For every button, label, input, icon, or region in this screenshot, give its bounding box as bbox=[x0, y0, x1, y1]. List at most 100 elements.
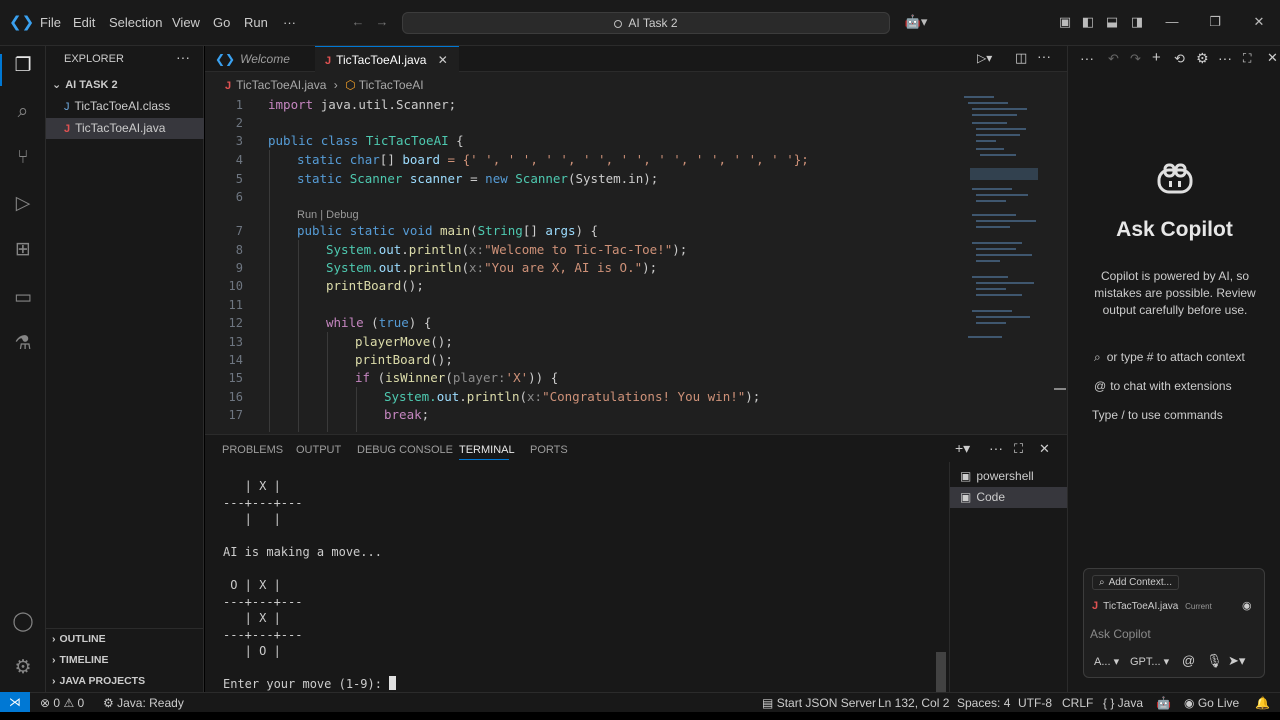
breadcrumb-symbol[interactable]: TicTacToeAI bbox=[359, 78, 424, 92]
code-line-5[interactable]: static Scanner scanner = new Scanner(Sys… bbox=[297, 170, 658, 188]
toggle-primary-sidebar-icon[interactable]: ◧ bbox=[1080, 14, 1096, 30]
terminal-scrollbar[interactable] bbox=[936, 652, 946, 692]
file-tictactoeai-java[interactable]: J TicTacToeAI.java bbox=[46, 118, 204, 139]
tab-tictactoeai-java[interactable]: J TicTacToeAI.java ✕ bbox=[315, 46, 459, 72]
language-mode[interactable]: { } Java bbox=[1103, 696, 1143, 710]
remote-indicator-icon[interactable]: ⋊ bbox=[0, 692, 30, 712]
code-line-15[interactable]: if (isWinner(player:'X')) { bbox=[355, 369, 558, 387]
terminal-code[interactable]: ▣ Code bbox=[950, 487, 1068, 508]
code-line-3[interactable]: public class TicTacToeAI { bbox=[268, 132, 464, 150]
menu-more[interactable]: ··· bbox=[283, 15, 296, 30]
current-file-chip[interactable]: J TicTacToeAI.java Current bbox=[1092, 600, 1212, 612]
explorer-files-icon[interactable]: ❐ bbox=[11, 54, 35, 78]
panel-tab-output[interactable]: OUTPUT bbox=[296, 444, 341, 456]
code-line-17[interactable]: break; bbox=[384, 406, 429, 424]
settings-gear-icon[interactable]: ⚙ bbox=[1196, 50, 1209, 67]
microphone-icon[interactable]: 🎙 bbox=[1206, 653, 1223, 669]
eol-status[interactable]: CRLF bbox=[1062, 696, 1093, 710]
toggle-visibility-eye-icon[interactable]: ◉ bbox=[1242, 599, 1252, 612]
section-timeline[interactable]: › TIMELINE bbox=[46, 650, 204, 671]
folder-ai-task-2[interactable]: ⌄ AI TASK 2 bbox=[46, 75, 204, 96]
copilot-status-icon[interactable]: 🤖 bbox=[1156, 696, 1171, 710]
views-more-icon[interactable]: ··· bbox=[1218, 50, 1232, 66]
code-line-1[interactable]: import java.util.Scanner; bbox=[268, 96, 456, 114]
minimize-icon[interactable]: — bbox=[1164, 14, 1180, 30]
go-live-button[interactable]: ◉ Go Live bbox=[1184, 696, 1239, 710]
maximize-chat-icon[interactable]: ⛶ bbox=[1243, 51, 1251, 66]
code-line-9[interactable]: System.out.println(x:"You are X, AI is O… bbox=[326, 259, 657, 277]
nav-forward-icon[interactable]: → bbox=[374, 14, 390, 30]
undo-icon[interactable]: ↶ bbox=[1108, 51, 1119, 67]
code-line-14[interactable]: printBoard(); bbox=[355, 351, 453, 369]
restore-icon[interactable]: ❐ bbox=[1207, 14, 1223, 30]
toggle-secondary-sidebar-icon[interactable]: ◨ bbox=[1129, 14, 1145, 30]
problems-status[interactable]: ⊗ 0 ⚠ 0 bbox=[40, 696, 84, 710]
code-line-7[interactable]: public static void main(String[] args) { bbox=[297, 222, 598, 240]
copilot-menu-icon[interactable]: 🤖▾ bbox=[902, 14, 930, 30]
panel-tab-terminal[interactable]: TERMINAL bbox=[459, 444, 515, 456]
nav-back-icon[interactable]: ← bbox=[350, 14, 366, 30]
remote-explorer-icon[interactable]: ▭ bbox=[11, 286, 35, 310]
terminal-prompt[interactable]: Enter your move (1-9): bbox=[223, 676, 397, 692]
menu-edit[interactable]: Edit bbox=[73, 15, 95, 30]
command-center-search[interactable]: AI Task 2 bbox=[402, 12, 890, 34]
redo-icon[interactable]: ↷ bbox=[1130, 51, 1141, 67]
split-editor-icon[interactable]: ◫ bbox=[1015, 50, 1027, 66]
run-file-icon[interactable]: ▷▾ bbox=[977, 51, 992, 65]
code-line-4[interactable]: static char[] board = {' ', ' ', ' ', ' … bbox=[297, 151, 809, 169]
menu-run[interactable]: Run bbox=[244, 15, 268, 30]
breadcrumb-file[interactable]: TicTacToeAI.java bbox=[236, 78, 326, 92]
code-line-8[interactable]: System.out.println(x:"Welcome to Tic-Tac… bbox=[326, 241, 687, 259]
send-icon[interactable]: ➤▾ bbox=[1228, 653, 1245, 669]
search-view-icon[interactable]: ⌕ bbox=[11, 100, 35, 124]
section-java-projects[interactable]: › JAVA PROJECTS bbox=[46, 671, 204, 692]
extensions-icon[interactable]: ⊞ bbox=[11, 238, 35, 262]
menu-go[interactable]: Go bbox=[213, 15, 230, 30]
close-chat-icon[interactable]: ✕ bbox=[1267, 50, 1278, 66]
history-icon[interactable]: ⟲ bbox=[1174, 51, 1185, 67]
panel-more-icon[interactable]: ··· bbox=[989, 440, 1003, 456]
code-line-16[interactable]: System.out.println(x:"Congratulations! Y… bbox=[384, 388, 760, 406]
menu-selection[interactable]: Selection bbox=[109, 15, 162, 30]
terminal-powershell[interactable]: ▣ powershell bbox=[950, 466, 1068, 487]
testing-flask-icon[interactable]: ⚗ bbox=[11, 332, 35, 356]
close-tab-icon[interactable]: ✕ bbox=[438, 53, 448, 67]
indentation-status[interactable]: Spaces: 4 bbox=[957, 696, 1010, 710]
cursor-position[interactable]: Ln 132, Col 2 bbox=[878, 696, 949, 710]
code-line-12[interactable]: while (true) { bbox=[326, 314, 431, 332]
accounts-icon[interactable]: ◯ bbox=[11, 610, 35, 634]
customize-layout-icon[interactable]: ▣ bbox=[1057, 14, 1073, 30]
panel-tab-ports[interactable]: PORTS bbox=[530, 444, 568, 456]
code-line-13[interactable]: playerMove(); bbox=[355, 333, 453, 351]
close-window-icon[interactable]: ✕ bbox=[1251, 14, 1267, 30]
new-terminal-icon[interactable]: +▾ bbox=[955, 440, 970, 457]
editor-more-icon[interactable]: ··· bbox=[1037, 48, 1051, 64]
source-control-icon[interactable]: ⑂ bbox=[11, 146, 35, 170]
tab-welcome[interactable]: ❮❯ Welcome bbox=[205, 46, 315, 72]
toggle-panel-icon[interactable]: ⬓ bbox=[1104, 14, 1120, 30]
section-outline[interactable]: › OUTLINE bbox=[46, 629, 204, 650]
add-context-button[interactable]: ⌕ Add Context... bbox=[1092, 575, 1179, 590]
chat-input-placeholder[interactable]: Ask Copilot bbox=[1090, 627, 1151, 641]
chat-mode-picker[interactable]: A... ▾ bbox=[1094, 655, 1119, 668]
menu-view[interactable]: View bbox=[172, 15, 200, 30]
notifications-bell-icon[interactable]: 🔔 bbox=[1255, 696, 1270, 710]
panel-tab-problems[interactable]: PROBLEMS bbox=[222, 444, 283, 456]
manage-gear-icon[interactable]: ⚙ bbox=[11, 656, 35, 680]
model-picker[interactable]: GPT... ▾ bbox=[1130, 655, 1169, 668]
java-status[interactable]: ⚙ Java: Ready bbox=[103, 696, 184, 710]
mention-at-icon[interactable]: @ bbox=[1182, 653, 1195, 668]
code-line-10[interactable]: printBoard(); bbox=[326, 277, 424, 295]
menu-file[interactable]: File bbox=[40, 15, 61, 30]
run-debug-icon[interactable]: ▷ bbox=[11, 192, 35, 216]
json-server-status[interactable]: ▤ Start JSON Server bbox=[762, 696, 876, 710]
close-panel-icon[interactable]: ✕ bbox=[1039, 441, 1050, 457]
file-tictactoeai-class[interactable]: J TicTacToeAI.class bbox=[46, 96, 204, 117]
panel-tab-debug-console[interactable]: DEBUG CONSOLE bbox=[357, 444, 453, 456]
maximize-panel-icon[interactable]: ⛶ bbox=[1014, 441, 1023, 457]
encoding-status[interactable]: UTF-8 bbox=[1018, 696, 1052, 710]
new-chat-icon[interactable]: + bbox=[1152, 49, 1161, 66]
minimap[interactable] bbox=[962, 92, 1042, 352]
chat-more-icon[interactable]: ··· bbox=[1080, 50, 1094, 66]
explorer-more-icon[interactable]: ··· bbox=[176, 49, 190, 65]
